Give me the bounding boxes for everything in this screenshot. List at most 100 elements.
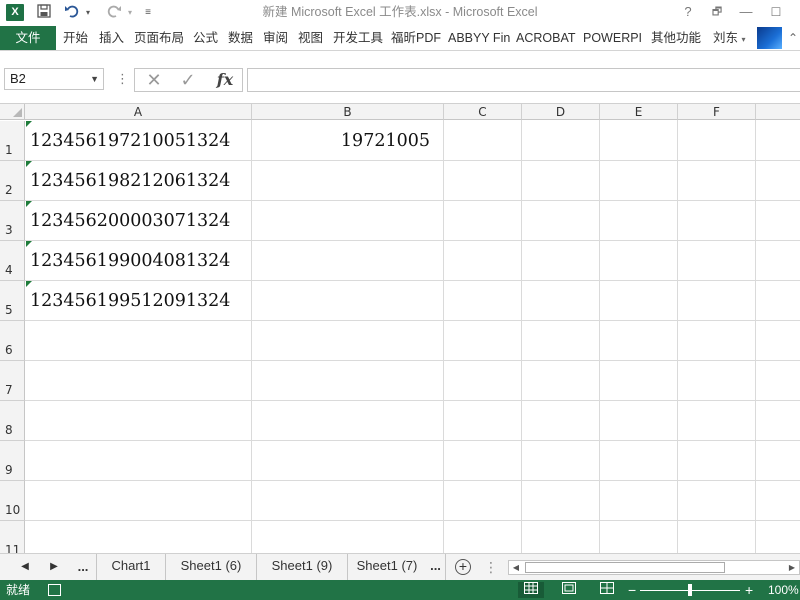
chevron-up-icon[interactable]: ⌃: [788, 29, 800, 47]
gridline: [677, 120, 678, 553]
minimize-button[interactable]: —: [735, 2, 757, 22]
horizontal-scrollbar[interactable]: ◀ ▶: [508, 560, 800, 575]
page-break-view-button[interactable]: [594, 582, 620, 598]
more-sheets-right-button[interactable]: ...: [426, 554, 446, 580]
user-avatar[interactable]: [757, 27, 782, 49]
formula-bar-grip-icon[interactable]: ⋮: [116, 71, 129, 87]
row-header-1[interactable]: 1: [0, 121, 25, 161]
tab-abbyy[interactable]: ABBYY Fin: [448, 26, 510, 50]
cell-a2[interactable]: 123456198212061324: [30, 161, 230, 201]
cancel-icon[interactable]: ✕: [141, 69, 167, 91]
gridline: [755, 120, 756, 553]
column-header-d[interactable]: D: [522, 104, 600, 120]
column-header-g[interactable]: [756, 104, 800, 120]
gridline: [443, 120, 444, 553]
normal-view-button[interactable]: [518, 582, 544, 598]
sheet-tabs-bar: ◀ ▶ ... Chart1 Sheet1 (6) Sheet1 (9) She…: [0, 553, 800, 580]
formula-buttons: ✕ ✓ fx: [134, 68, 243, 92]
name-box-dropdown-icon[interactable]: ▼: [90, 69, 99, 89]
sheet-tab-sheet1-9[interactable]: Sheet1 (9): [257, 554, 348, 580]
gridline: [25, 400, 800, 401]
column-header-c[interactable]: C: [444, 104, 522, 120]
more-sheets-button[interactable]: ...: [73, 559, 93, 575]
column-header-f[interactable]: F: [678, 104, 756, 120]
tab-split-handle-icon[interactable]: ⋮: [484, 559, 498, 575]
help-button[interactable]: ?: [677, 2, 699, 22]
user-account[interactable]: 刘东 ▾: [713, 26, 746, 50]
maximize-button[interactable]: ☐: [765, 2, 787, 22]
tab-file[interactable]: 文件: [0, 26, 56, 50]
tab-view[interactable]: 视图: [298, 26, 323, 50]
previous-sheet-icon[interactable]: ◀: [18, 559, 32, 575]
page-break-icon: [600, 582, 614, 594]
row-header-6[interactable]: 6: [0, 321, 25, 361]
cell-a1[interactable]: 123456197210051324: [30, 121, 230, 161]
gridline: [25, 440, 800, 441]
column-header-b[interactable]: B: [252, 104, 444, 120]
next-sheet-icon[interactable]: ▶: [47, 559, 61, 575]
tab-foxit-pdf[interactable]: 福昕PDF: [391, 26, 441, 50]
cell-a4[interactable]: 123456199004081324: [30, 241, 230, 281]
title-bar: X ▾ ▾ ≡ 新建 Microsoft Excel 工作表.xlsx - Mi…: [0, 0, 800, 26]
cell-a5[interactable]: 123456199512091324: [30, 281, 230, 321]
tab-other-functions[interactable]: 其他功能: [651, 26, 701, 50]
row-header-11[interactable]: 11: [0, 521, 25, 553]
tab-page-layout[interactable]: 页面布局: [134, 26, 184, 50]
tab-insert[interactable]: 插入: [99, 26, 124, 50]
name-box[interactable]: B2 ▼: [4, 68, 104, 90]
gridline: [521, 120, 522, 553]
select-all-button[interactable]: [0, 104, 25, 120]
column-header-e[interactable]: E: [600, 104, 678, 120]
row-header-8[interactable]: 8: [0, 401, 25, 441]
scroll-right-icon[interactable]: ▶: [785, 561, 799, 574]
macro-record-icon[interactable]: [48, 584, 61, 596]
grid-icon: [524, 582, 538, 594]
ribbon-tabs: 文件 开始 插入 页面布局 公式 数据 审阅 视图 开发工具 福昕PDF ABB…: [0, 26, 800, 51]
column-header-a[interactable]: A: [25, 104, 252, 120]
user-name: 刘东: [713, 31, 739, 45]
zoom-slider-handle[interactable]: [688, 584, 692, 596]
user-dropdown-icon: ▾: [741, 35, 746, 44]
row-header-9[interactable]: 9: [0, 441, 25, 481]
sheet-tab-chart1[interactable]: Chart1: [96, 554, 166, 580]
gridline: [599, 120, 600, 553]
ribbon-display-options-button[interactable]: 🗗: [706, 2, 728, 22]
status-text: 就绪: [6, 583, 31, 597]
tab-data[interactable]: 数据: [228, 26, 253, 50]
formula-bar: B2 ▼ ⋮ ✕ ✓ fx: [0, 63, 800, 95]
sheet-tab-sheet1-7[interactable]: Sheet1 (7): [348, 554, 426, 580]
tab-developer[interactable]: 开发工具: [333, 26, 383, 50]
status-bar: 就绪 − + 100%: [0, 580, 800, 600]
tab-home[interactable]: 开始: [63, 26, 88, 50]
tab-review[interactable]: 审阅: [263, 26, 288, 50]
scrollbar-thumb[interactable]: [525, 562, 725, 573]
row-header-4[interactable]: 4: [0, 241, 25, 281]
worksheet-grid: A B C D E F 1 2 3 4 5 6 7 8 9 10 11 1234…: [0, 103, 800, 553]
cell-b1[interactable]: 19721005: [252, 121, 430, 161]
page-layout-view-button[interactable]: [556, 582, 582, 598]
gridline: [251, 120, 252, 553]
row-header-7[interactable]: 7: [0, 361, 25, 401]
formula-input[interactable]: [247, 68, 800, 92]
cell-a3[interactable]: 123456200003071324: [30, 201, 230, 241]
tab-acrobat[interactable]: ACROBAT: [516, 26, 576, 50]
tab-powerpivot[interactable]: POWERPI: [583, 26, 642, 50]
scroll-left-icon[interactable]: ◀: [509, 561, 523, 574]
tab-formulas[interactable]: 公式: [193, 26, 218, 50]
gridline: [25, 520, 800, 521]
zoom-level[interactable]: 100%: [768, 580, 799, 600]
sheet-tab-sheet1-6[interactable]: Sheet1 (6): [166, 554, 257, 580]
zoom-in-button[interactable]: +: [745, 580, 753, 600]
row-header-10[interactable]: 10: [0, 481, 25, 521]
gridline: [25, 360, 800, 361]
row-header-3[interactable]: 3: [0, 201, 25, 241]
page-layout-icon: [562, 582, 576, 594]
zoom-out-button[interactable]: −: [628, 580, 636, 600]
row-header-2[interactable]: 2: [0, 161, 25, 201]
enter-icon[interactable]: ✓: [175, 69, 201, 91]
row-header-5[interactable]: 5: [0, 281, 25, 321]
new-sheet-button[interactable]: +: [455, 559, 471, 575]
name-box-value: B2: [10, 71, 26, 86]
gridline: [25, 480, 800, 481]
insert-function-icon[interactable]: fx: [211, 69, 239, 91]
